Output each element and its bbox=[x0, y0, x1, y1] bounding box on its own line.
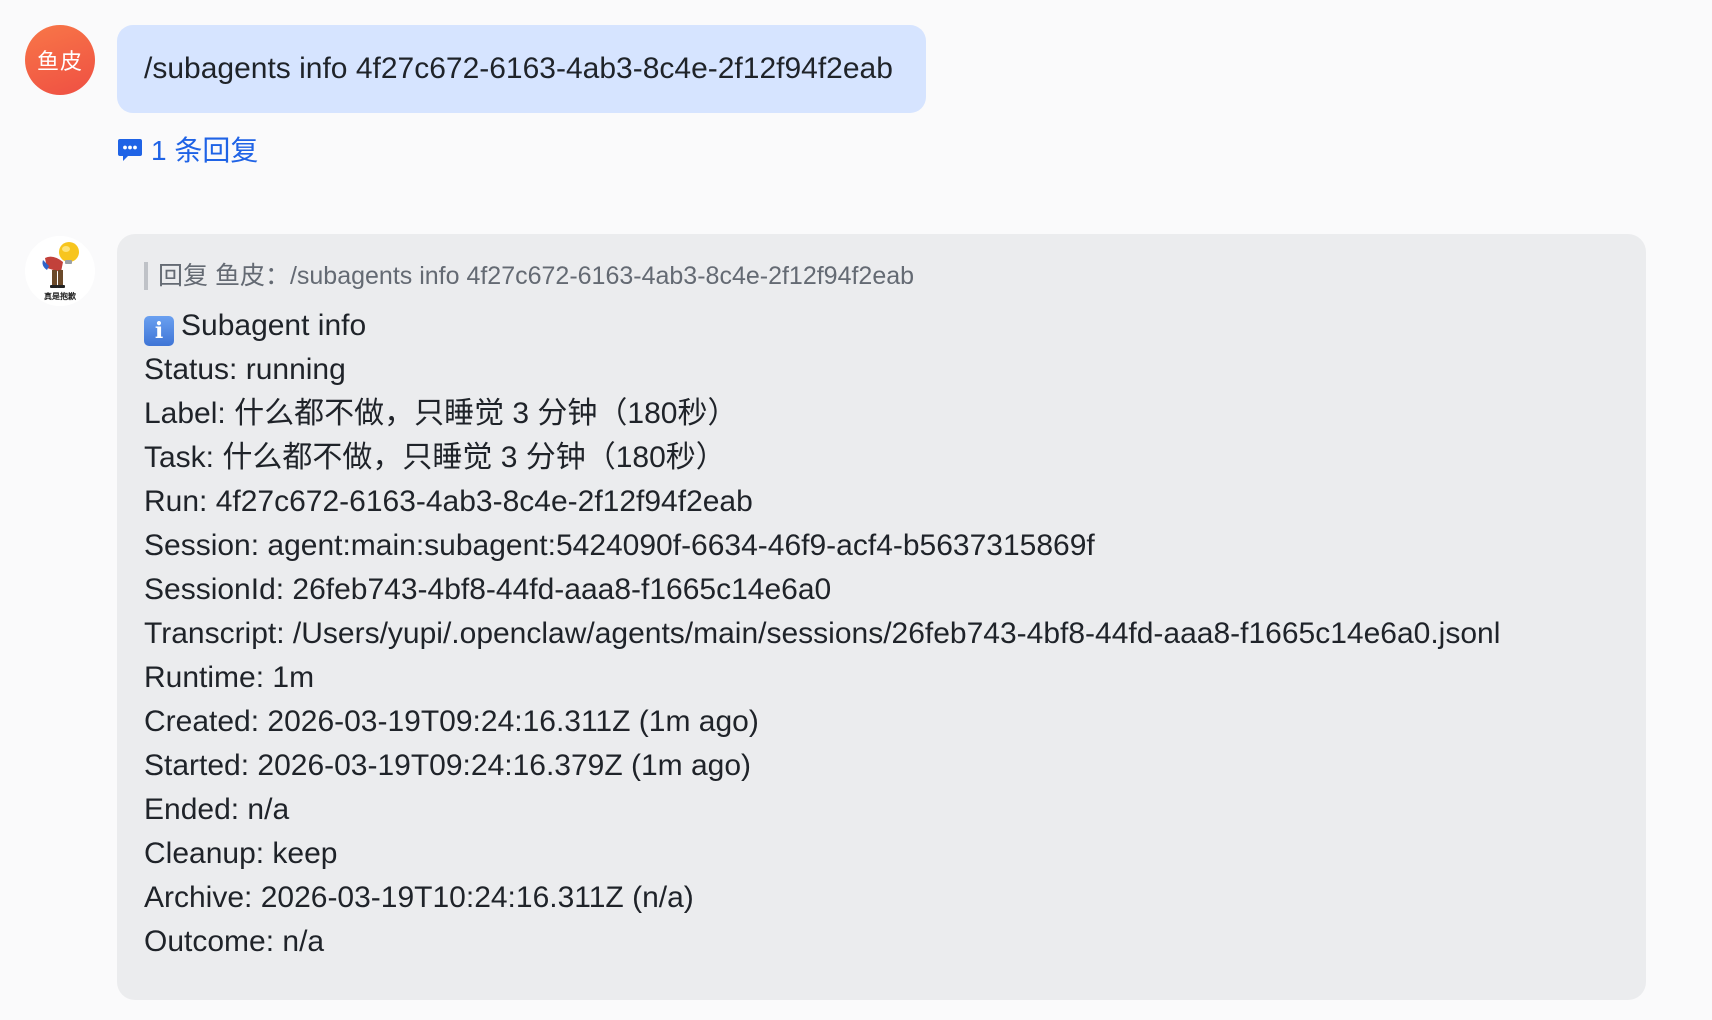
info-line-transcript: Transcript: /Users/yupi/.openclaw/agents… bbox=[144, 617, 1501, 650]
info-line-ended: Ended: n/a bbox=[144, 793, 290, 826]
info-line-created: Created: 2026-03-19T09:24:16.311Z (1m ag… bbox=[144, 705, 759, 738]
info-line-cleanup: Cleanup: keep bbox=[144, 837, 338, 870]
quoted-reply-text: 回复 鱼皮：/subagents info 4f27c672-6163-4ab3… bbox=[158, 262, 915, 290]
svg-text:真是抱歉: 真是抱歉 bbox=[44, 291, 76, 301]
user-message-text: /subagents info 4f27c672-6163-4ab3-8c4e-… bbox=[144, 52, 893, 85]
user-avatar-text: 鱼皮 bbox=[36, 49, 83, 74]
bot-avatar[interactable]: 真是抱歉 bbox=[25, 236, 95, 306]
user-message-bubble: /subagents info 4f27c672-6163-4ab3-8c4e-… bbox=[117, 25, 926, 113]
info-line-label: Label: 什么都不做，只睡觉 3 分钟（180秒） bbox=[144, 397, 738, 430]
info-line-status: Status: running bbox=[144, 353, 346, 386]
subagent-info-content: i Subagent info Status: running Label: 什么… bbox=[144, 304, 1620, 964]
quoted-reply[interactable]: 回复 鱼皮：/subagents info 4f27c672-6163-4ab3… bbox=[144, 262, 1620, 290]
info-line-session: Session: agent:main:subagent:5424090f-66… bbox=[144, 529, 1095, 562]
thread-replies-label: 1 条回复 bbox=[151, 135, 259, 166]
info-line-outcome: Outcome: n/a bbox=[144, 925, 325, 958]
info-line-runtime: Runtime: 1m bbox=[144, 661, 315, 694]
info-icon: i bbox=[144, 316, 174, 346]
user-avatar[interactable]: 鱼皮 bbox=[25, 25, 95, 95]
bot-message-bubble: 回复 鱼皮：/subagents info 4f27c672-6163-4ab3… bbox=[117, 234, 1646, 1000]
info-line-run: Run: 4f27c672-6163-4ab3-8c4e-2f12f94f2ea… bbox=[144, 485, 753, 518]
subagent-info-title-text: Subagent info bbox=[181, 309, 367, 342]
subagent-info-title: i Subagent info bbox=[144, 304, 1620, 348]
info-line-archive: Archive: 2026-03-19T10:24:16.311Z (n/a) bbox=[144, 881, 694, 914]
comment-bubble-icon bbox=[118, 139, 142, 161]
info-line-task: Task: 什么都不做，只睡觉 3 分钟（180秒） bbox=[144, 441, 726, 474]
info-line-started: Started: 2026-03-19T09:24:16.379Z (1m ag… bbox=[144, 749, 752, 782]
character-avatar-icon: 真是抱歉 bbox=[25, 236, 95, 306]
info-line-session-id: SessionId: 26feb743-4bf8-44fd-aaa8-f1665… bbox=[144, 573, 832, 606]
thread-replies-link[interactable]: 1 条回复 bbox=[117, 131, 258, 167]
